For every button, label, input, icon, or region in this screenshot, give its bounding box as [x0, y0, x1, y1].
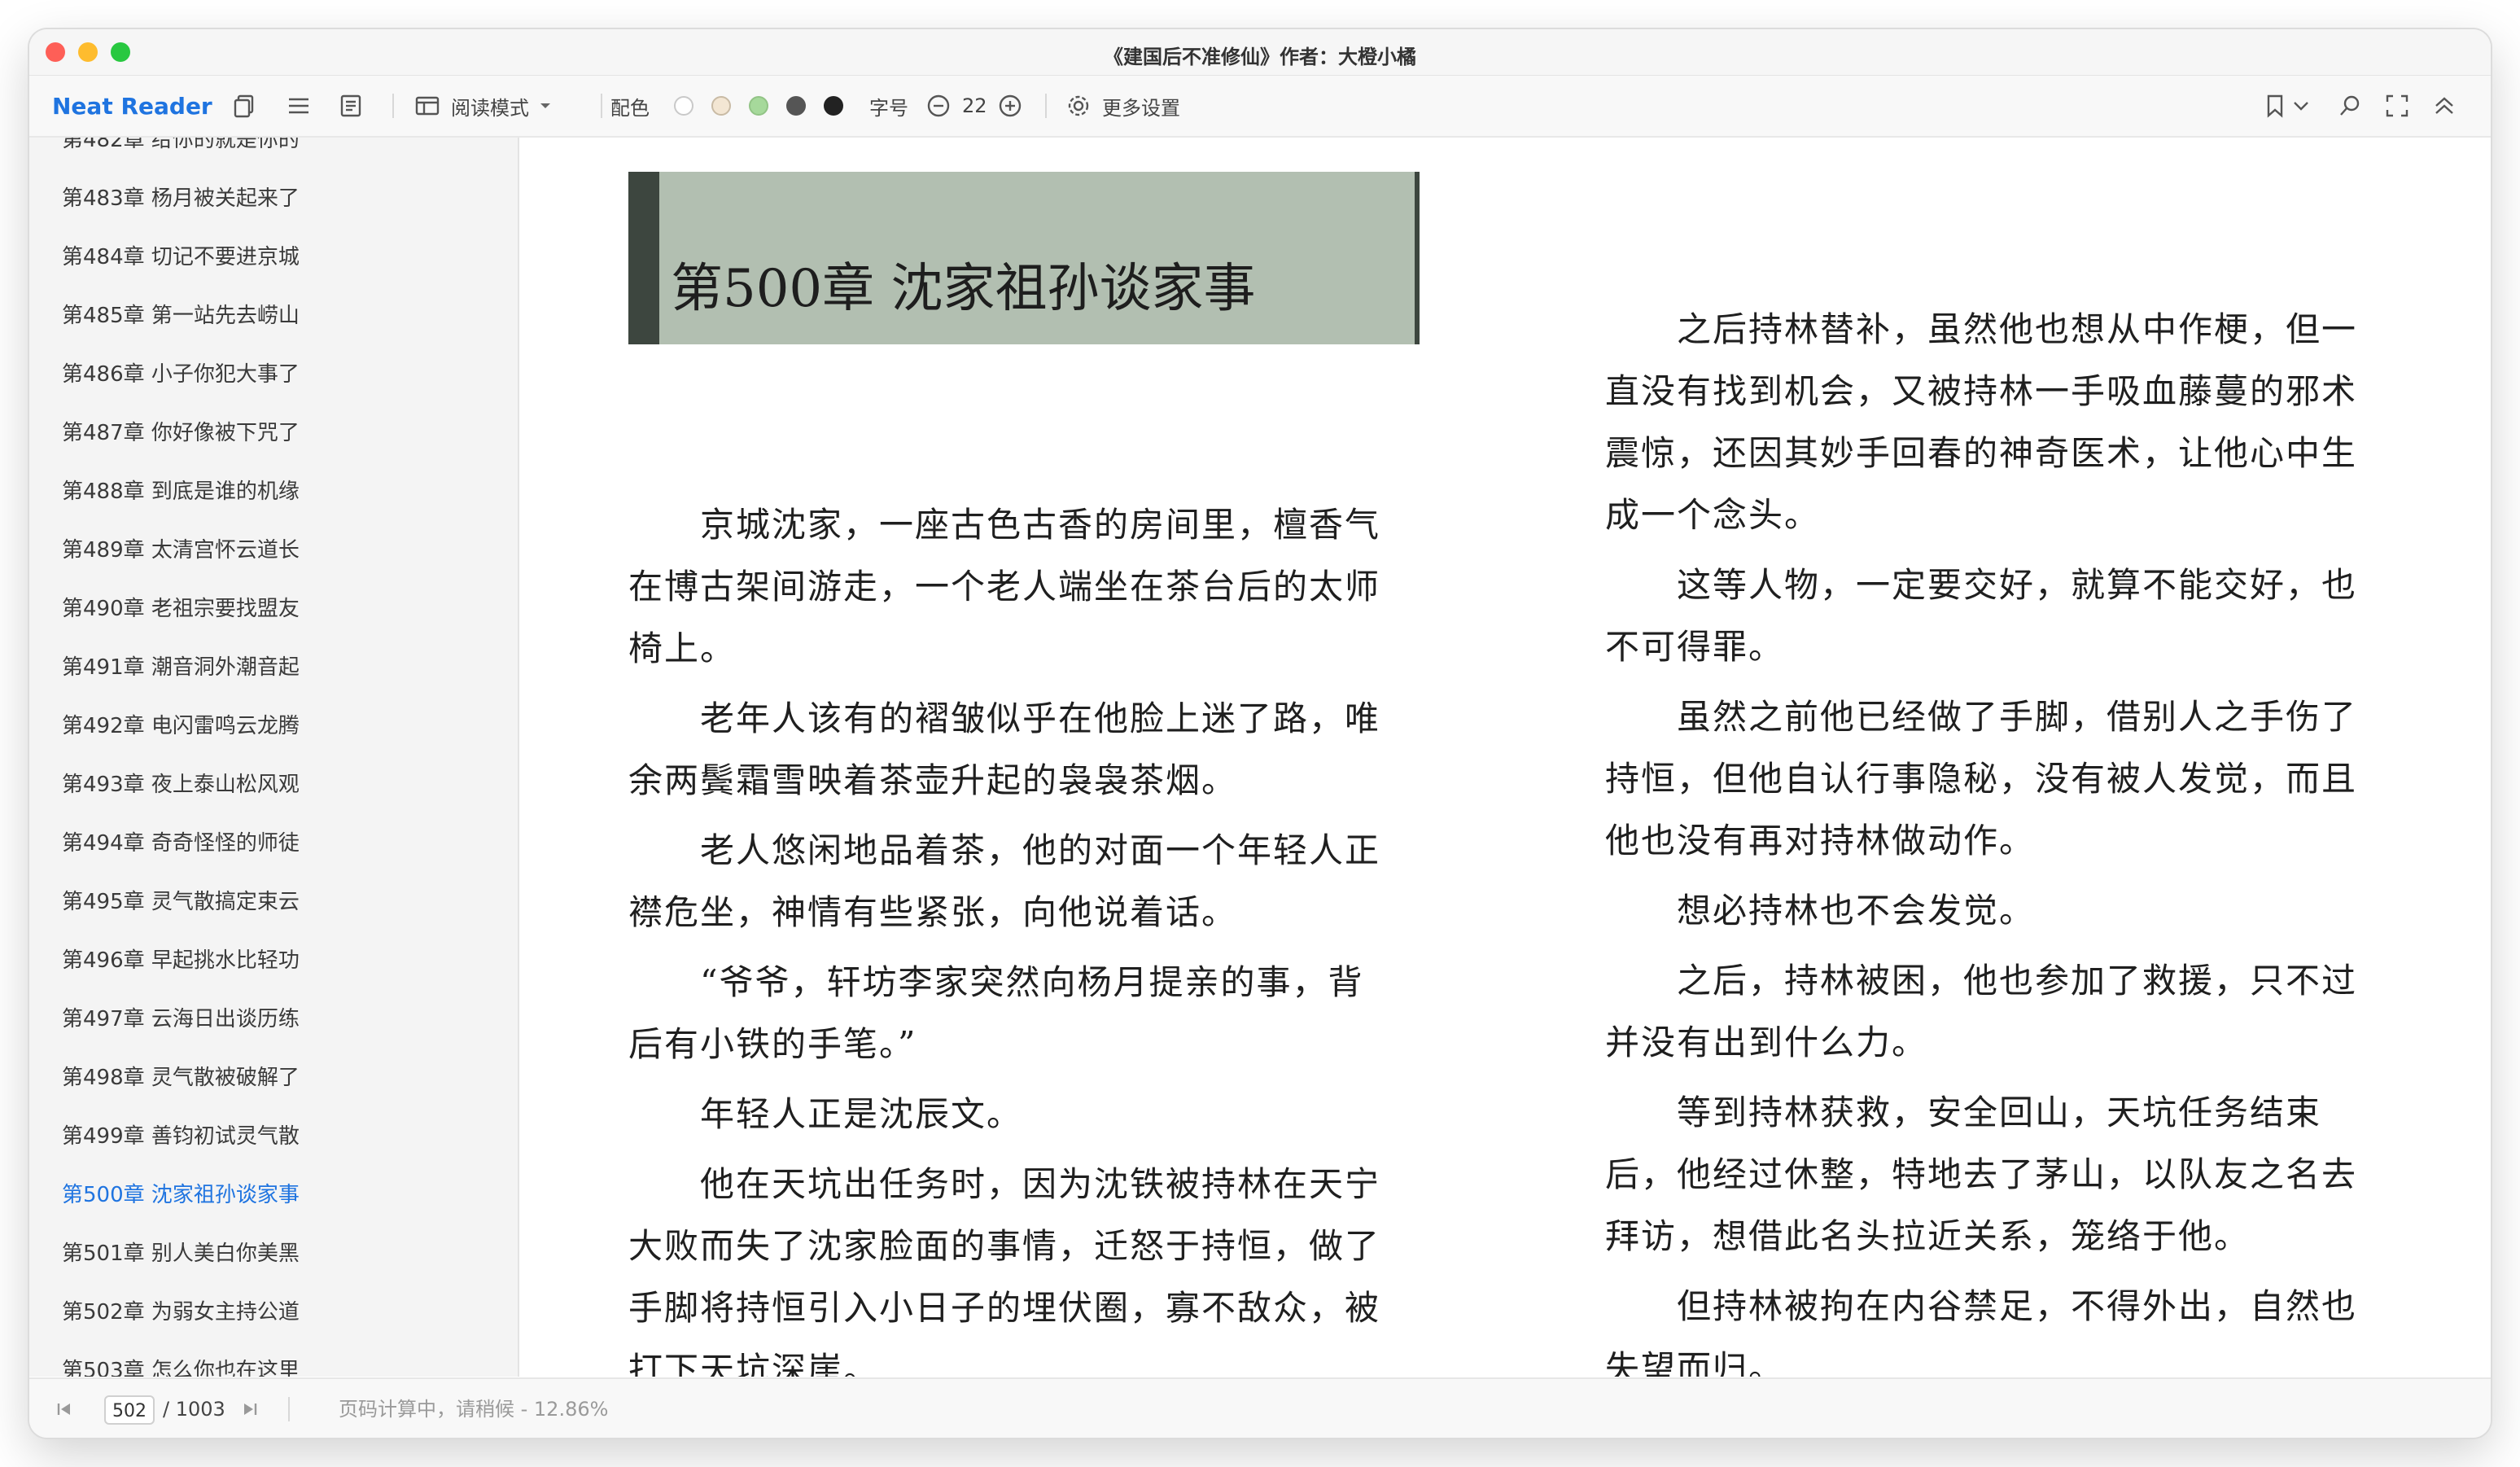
font-size-value: 22 [962, 94, 987, 117]
chevron-down-icon [540, 103, 550, 108]
paragraph: 等到持林获救，安全回山，天坑任务结束后，他经过休整，特地去了茅山，以队友之名去拜… [1605, 1093, 2358, 1256]
fullscreen-icon [2386, 94, 2408, 117]
paragraph: 老人悠闲地品着茶，他的对面一个年轻人正襟危坐，神情有些紧张，向他说着话。 [628, 830, 1381, 932]
plus-circle-icon [999, 94, 1022, 117]
title-bar: 《建国后不准修仙》作者：大橙小橘 [29, 29, 2491, 76]
total-pages: / 1003 [163, 1398, 225, 1421]
toolbar-divider [392, 94, 394, 118]
toc-item[interactable]: 第487章 你好像被下咒了 [62, 417, 300, 449]
color-swatch-sepia[interactable] [711, 96, 731, 116]
toc-item[interactable]: 第483章 杨月被关起来了 [62, 182, 300, 215]
paragraph: 京城沈家，一座古色古香的房间里，檀香气在博古架间游走，一个老人端坐在茶台后的太师… [628, 505, 1381, 668]
page-calc-status: 页码计算中，请稍候 - 12.86% [339, 1398, 609, 1421]
paragraph: 想必持林也不会发觉。 [1677, 891, 2036, 931]
search-button[interactable] [2336, 76, 2364, 136]
toc-item[interactable]: 第486章 小子你犯大事了 [62, 358, 300, 391]
paragraph: 年轻人正是沈辰文。 [700, 1094, 1023, 1134]
chapter-heading-block: 第500章 沈家祖孙谈家事 [628, 172, 1420, 344]
toolbar: Neat Reader 阅读模式 配色 字号 22 更多设置 [29, 76, 2491, 138]
copy-icon[interactable] [231, 76, 259, 136]
toc-item[interactable]: 第503章 怎么你也在这里 [62, 1355, 300, 1377]
status-bar: 502 / 1003 页码计算中，请稍候 - 12.86% [29, 1377, 2491, 1438]
page-number-input[interactable]: 502 [104, 1395, 155, 1425]
paragraph: 虽然之前他已经做了手脚，借别人之手伤了持恒，但他自认行事隐秘，没有被人发觉，而且… [1605, 697, 2358, 860]
toc-item[interactable]: 第491章 潮音洞外潮音起 [62, 651, 300, 684]
paragraph: 之后，持林被困，他也参加了救援，只不过并没有出到什么力。 [1605, 961, 2358, 1062]
paragraph: 之后持林替补，虽然他也想从中作梗，但一直没有找到机会，又被持林一手吸血藤蔓的邪术… [1605, 309, 2358, 535]
chapter-title: 第500章 沈家祖孙谈家事 [671, 259, 1256, 319]
toolbar-divider [601, 94, 602, 118]
app-window: 《建国后不准修仙》作者：大橙小橘 Neat Reader 阅读模式 配色 字号 [29, 29, 2491, 1438]
color-swatch-black[interactable] [824, 96, 843, 116]
paragraph: 他在天坑出任务时，因为沈铁被持林在天宁大败而失了沈家脸面的事情，迁怒于持恒，做了… [628, 1164, 1381, 1377]
increase-font-button[interactable] [996, 76, 1024, 136]
bookmark-button[interactable] [2261, 76, 2312, 136]
color-swatch-gray[interactable] [786, 96, 806, 116]
last-page-button[interactable] [239, 1379, 260, 1438]
toc-item[interactable]: 第490章 老祖宗要找盟友 [62, 593, 300, 625]
brand-logo: Neat Reader [52, 92, 212, 120]
window-title: 《建国后不准修仙》作者：大橙小橘 [1104, 46, 1416, 68]
first-page-button[interactable] [54, 1379, 75, 1438]
notes-icon[interactable] [337, 76, 365, 136]
paragraph: “爷爷，轩坊李家突然向杨月提亲的事，背后有小铁的手笔。” [628, 962, 1364, 1064]
toc-item[interactable]: 第499章 善钧初试灵气散 [62, 1120, 300, 1153]
chevron-down-icon [2294, 102, 2308, 111]
text-column-right: 之后持林替补，虽然他也想从中作梗，但一直没有找到机会，又被持林一手吸血藤蔓的邪术… [1605, 299, 2370, 1377]
toc-sidebar: 第482章 给你的就是你的 第483章 杨月被关起来了 第484章 切记不要进京城第… [29, 138, 519, 1377]
toc-item[interactable]: 第502章 为弱女主持公道 [62, 1296, 300, 1329]
toc-item[interactable]: 第489章 太清宫怀云道长 [62, 534, 300, 567]
paragraph: 但持林被拘在内谷禁足，不得外出，自然也失望而归。 [1605, 1286, 2358, 1377]
paragraph: 老年人该有的褶皱似乎在他脸上迷了路，唯余两鬓霜雪映着茶壶升起的袅袅茶烟。 [628, 698, 1381, 800]
fullscreen-button[interactable] [2383, 76, 2411, 136]
toc-item[interactable]: 第501章 别人美白你美黑 [62, 1237, 300, 1270]
read-mode-dropdown[interactable]: 阅读模式 [413, 76, 553, 136]
toc-item[interactable]: 第482章 给你的就是你的 [62, 138, 300, 156]
toc-item[interactable]: 第485章 第一站先去崂山 [62, 300, 300, 332]
minus-circle-icon [927, 94, 950, 117]
skip-forward-icon [244, 1404, 257, 1415]
bookmark-icon [2267, 94, 2283, 118]
more-settings-button[interactable]: 更多设置 [1065, 76, 1180, 136]
decrease-font-button[interactable] [925, 76, 952, 136]
toc-list-icon[interactable] [285, 76, 313, 136]
toc-item[interactable]: 第495章 灵气散搞定束云 [62, 886, 300, 918]
more-settings-label: 更多设置 [1102, 96, 1180, 120]
read-mode-label: 阅读模式 [451, 96, 529, 120]
toc-item-active[interactable]: 第500章 沈家祖孙谈家事 [62, 1179, 300, 1211]
toc-item[interactable]: 第496章 早起挑水比轻功 [62, 944, 300, 977]
text-column-left: 京城沈家，一座古色古香的房间里，檀香气在博古架间游走，一个老人端坐在茶台后的太师… [628, 494, 1393, 1377]
toc-item[interactable]: 第493章 夜上泰山松风观 [62, 769, 300, 801]
statusbar-divider [288, 1397, 290, 1421]
toc-item[interactable]: 第484章 切记不要进京城 [62, 241, 300, 274]
double-chevron-up-icon [2435, 97, 2453, 114]
toolbar-divider [1045, 94, 1047, 118]
reading-pane: 第500章 沈家祖孙谈家事 京城沈家，一座古色古香的房间里，檀香气在博古架间游走… [519, 138, 2491, 1377]
search-icon [2340, 95, 2360, 116]
toc-item[interactable]: 第498章 灵气散被破解了 [62, 1062, 300, 1094]
layout-icon [415, 96, 440, 116]
color-label: 配色 [610, 96, 650, 120]
toc-item[interactable]: 第492章 电闪雷鸣云龙腾 [62, 710, 300, 742]
gear-icon [1068, 95, 1089, 116]
skip-back-icon [57, 1404, 70, 1415]
toc-item[interactable]: 第494章 奇奇怪怪的师徒 [62, 827, 300, 860]
toc-item[interactable]: 第497章 云海日出谈历练 [62, 1003, 300, 1036]
paragraph: 这等人物，一定要交好，就算不能交好，也不可得罪。 [1605, 565, 2358, 667]
color-swatch-white[interactable] [674, 96, 693, 116]
font-size-label: 字号 [869, 96, 908, 120]
toc-item[interactable]: 第488章 到底是谁的机缘 [62, 475, 300, 508]
collapse-toolbar-button[interactable] [2430, 76, 2458, 136]
color-swatch-green[interactable] [749, 96, 768, 116]
